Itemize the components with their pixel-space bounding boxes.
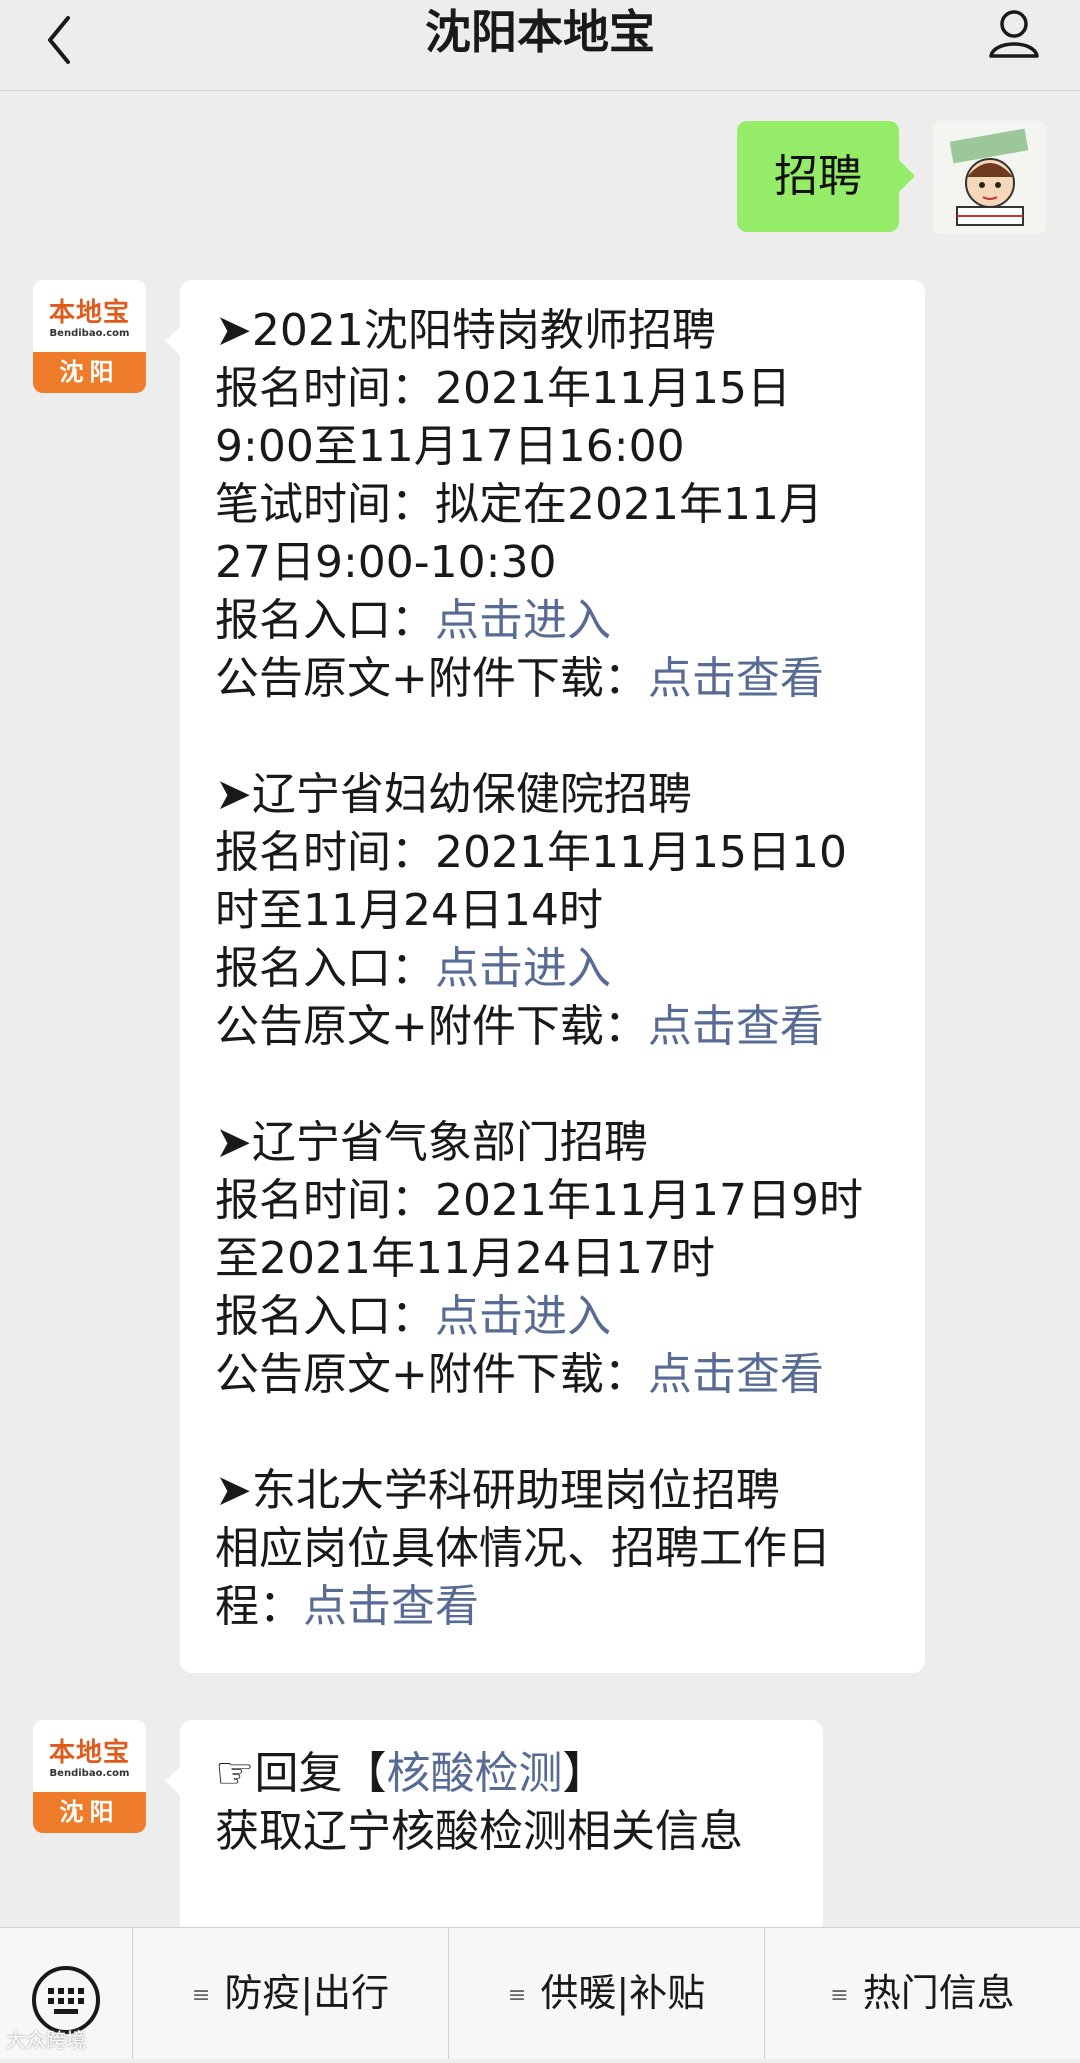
keyword-link[interactable]: 核酸检测: [386, 1748, 562, 1799]
bot-avatar[interactable]: 本地宝 Bendibao.com 沈阳: [33, 1720, 146, 1833]
logo-text: 本地宝: [48, 1738, 130, 1768]
notice-link[interactable]: 点击查看: [648, 1349, 824, 1400]
info-line: 至2021年11月24日17时: [215, 1233, 715, 1284]
notice-label: 公告原文+附件下载：: [215, 653, 648, 704]
notice-row: 公告原文+附件下载：点击查看: [215, 1346, 905, 1404]
menu-lines-icon: ≡: [507, 1983, 527, 2008]
info-line: 笔试时间：拟定在2021年11月: [215, 479, 823, 530]
entry-label: 报名入口：: [215, 943, 435, 994]
cartoon-avatar-icon: [933, 121, 1046, 234]
menu-item-label: 热门信息: [862, 1971, 1015, 2015]
sent-message-bubble[interactable]: 招聘: [737, 121, 915, 232]
profile-icon[interactable]: [984, 4, 1044, 64]
info-line: 获取辽宁核酸检测相关信息: [215, 1806, 743, 1857]
menu-item-label: 防疫|出行: [224, 1971, 390, 2015]
entry-row: 报名入口：点击进入: [215, 1288, 905, 1346]
section-title: ➤2021沈阳特岗教师招聘: [215, 305, 716, 356]
message-bubble: ☞回复【核酸检测】 获取辽宁核酸检测相关信息: [165, 1720, 823, 1940]
entry-link[interactable]: 点击进入: [435, 943, 611, 994]
logo-city: 沈阳: [33, 352, 146, 393]
logo-sub: Bendibao.com: [49, 1768, 130, 1779]
bottom-menu: ≡ 防疫|出行 ≡ 供暖|补贴 ≡ 热门信息 大众跨境: [0, 1927, 1080, 2059]
tail-label: 程：: [215, 1581, 303, 1632]
tail-link[interactable]: 点击查看: [303, 1581, 479, 1632]
bot-avatar[interactable]: 本地宝 Bendibao.com 沈阳: [33, 280, 146, 393]
entry-label: 报名入口：: [215, 1291, 435, 1342]
menu-item-epidemic[interactable]: ≡ 防疫|出行: [133, 1928, 449, 2059]
menu-lines-icon: ≡: [830, 1983, 849, 2008]
message-bubble: ➤2021沈阳特岗教师招聘 报名时间：2021年11月15日 9:00至11月1…: [165, 280, 925, 1673]
logo-city: 沈阳: [33, 1792, 146, 1833]
notice-row: 公告原文+附件下载：点击查看: [215, 998, 905, 1056]
menu-item-heating[interactable]: ≡ 供暖|补贴: [449, 1928, 765, 2059]
info-line: 27日9:00-10:30: [215, 537, 557, 588]
reply-suffix: 】: [562, 1748, 607, 1799]
section-title: ➤辽宁省妇幼保健院招聘: [215, 769, 692, 820]
menu-lines-icon: ≡: [191, 1983, 211, 2008]
menu-item-label: 供暖|补贴: [540, 1971, 706, 2015]
section-title: ➤东北大学科研助理岗位招聘: [215, 1465, 780, 1516]
tail-row: 程：点击查看: [215, 1578, 905, 1636]
notice-label: 公告原文+附件下载：: [215, 1001, 648, 1052]
notice-link[interactable]: 点击查看: [648, 1001, 824, 1052]
entry-label: 报名入口：: [215, 595, 435, 646]
reply-hint: ☞回复【核酸检测】: [215, 1745, 803, 1803]
entry-row: 报名入口：点击进入: [215, 940, 905, 998]
info-line: 相应岗位具体情况、招聘工作日: [215, 1523, 831, 1574]
nav-bar: 沈阳本地宝: [0, 0, 1080, 91]
logo-sub: Bendibao.com: [49, 328, 130, 339]
notice-link[interactable]: 点击查看: [648, 653, 824, 704]
watermark-text: 大众跨境: [6, 2028, 86, 2052]
info-line: 报名时间：2021年11月17日9时: [215, 1175, 863, 1226]
page-title: 沈阳本地宝: [425, 5, 655, 59]
info-line: 报名时间：2021年11月15日: [215, 363, 791, 414]
info-line: 时至11月24日14时: [215, 885, 603, 936]
logo-text: 本地宝: [48, 298, 130, 328]
info-line: 报名时间：2021年11月15日10: [215, 827, 847, 878]
sent-message-text: 招聘: [774, 151, 862, 202]
section-title: ➤辽宁省气象部门招聘: [215, 1117, 648, 1168]
avatar[interactable]: [933, 121, 1046, 234]
reply-prefix: ☞回复【: [215, 1748, 387, 1799]
entry-link[interactable]: 点击进入: [435, 595, 611, 646]
entry-link[interactable]: 点击进入: [435, 1291, 611, 1342]
entry-row: 报名入口：点击进入: [215, 592, 905, 650]
notice-row: 公告原文+附件下载：点击查看: [215, 650, 905, 708]
notice-label: 公告原文+附件下载：: [215, 1349, 648, 1400]
info-line: 9:00至11月17日16:00: [215, 421, 685, 472]
menu-item-hot-info[interactable]: ≡ 热门信息: [765, 1928, 1080, 2059]
